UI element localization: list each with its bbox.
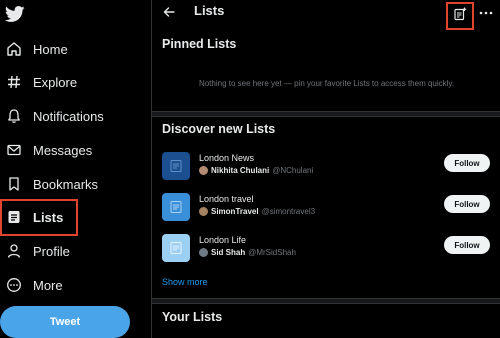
sidebar-item-label: Explore (33, 74, 78, 90)
main-column: Lists Pinned Lists Nothing to see here y… (151, 0, 500, 338)
page-header: Lists (152, 0, 500, 30)
owner-handle: @NChulani (272, 166, 314, 175)
new-list-icon (453, 7, 467, 26)
list-owner: SimonTravel @simontravel3 (199, 207, 315, 216)
sidebar-item-explore[interactable]: Explore (0, 67, 77, 97)
person-icon (6, 243, 22, 259)
section-divider (152, 111, 500, 117)
follow-button[interactable]: Follow (444, 154, 490, 172)
sidebar-item-notifications[interactable]: Notifications (0, 101, 104, 131)
owner-name: Sid Shah (211, 248, 246, 257)
follow-button[interactable]: Follow (444, 236, 490, 254)
owner-name: SimonTravel (211, 207, 259, 216)
envelope-icon (6, 142, 22, 158)
follow-button[interactable]: Follow (444, 195, 490, 213)
sidebar-item-label: Home (33, 41, 68, 57)
your-lists-title: Your Lists (162, 310, 223, 324)
hashtag-icon (6, 74, 22, 90)
home-icon (6, 41, 22, 57)
discover-lists-title: Discover new Lists (162, 122, 276, 136)
list-thumbnail-icon (162, 193, 190, 221)
owner-name: Nikhita Chulani (211, 166, 270, 175)
sidebar-item-label: Messages (33, 142, 93, 158)
list-item[interactable]: London Life Sid Shah @MrSidShah Follow (152, 232, 500, 270)
more-circle-icon (6, 277, 22, 293)
bell-icon (6, 108, 22, 124)
tweet-button[interactable]: Tweet (0, 306, 130, 338)
avatar (199, 248, 208, 257)
avatar (199, 207, 208, 216)
avatar (199, 166, 208, 175)
list-name: London Life (199, 235, 247, 245)
owner-handle: @simontravel3 (261, 207, 316, 216)
lists-highlight-box (0, 199, 78, 236)
sidebar-item-label: Notifications (33, 108, 104, 124)
list-name: London News (199, 153, 255, 163)
sidebar: Home Explore Notifications Messages Book… (0, 0, 150, 338)
section-divider (152, 298, 500, 304)
twitter-logo-icon[interactable] (4, 4, 26, 24)
sidebar-item-more[interactable]: More (0, 270, 63, 300)
list-item[interactable]: London News Nikhita Chulani @NChulani Fo… (152, 150, 500, 188)
list-thumbnail-icon (162, 152, 190, 180)
sidebar-item-profile[interactable]: Profile (0, 236, 70, 266)
show-more-link[interactable]: Show more (162, 277, 208, 287)
list-owner: Nikhita Chulani @NChulani (199, 166, 313, 175)
owner-handle: @MrSidShah (248, 248, 296, 257)
list-owner: Sid Shah @MrSidShah (199, 248, 296, 257)
more-options-icon[interactable] (478, 7, 494, 19)
pinned-empty-message: Nothing to see here yet — pin your favor… (198, 79, 455, 88)
list-thumbnail-icon (162, 234, 190, 262)
sidebar-item-bookmarks[interactable]: Bookmarks (0, 169, 98, 199)
create-list-button[interactable] (446, 2, 474, 30)
list-name: London travel (199, 194, 254, 204)
list-item[interactable]: London travel SimonTravel @simontravel3 … (152, 191, 500, 229)
bookmark-icon (6, 176, 22, 192)
sidebar-item-label: Bookmarks (33, 176, 99, 192)
page-title: Lists (194, 3, 225, 18)
sidebar-item-messages[interactable]: Messages (0, 135, 92, 165)
back-arrow-icon[interactable] (162, 5, 176, 19)
sidebar-item-label: More (33, 277, 63, 293)
sidebar-item-home[interactable]: Home (0, 34, 68, 64)
pinned-lists-title: Pinned Lists (162, 37, 237, 51)
sidebar-item-label: Profile (33, 243, 70, 259)
